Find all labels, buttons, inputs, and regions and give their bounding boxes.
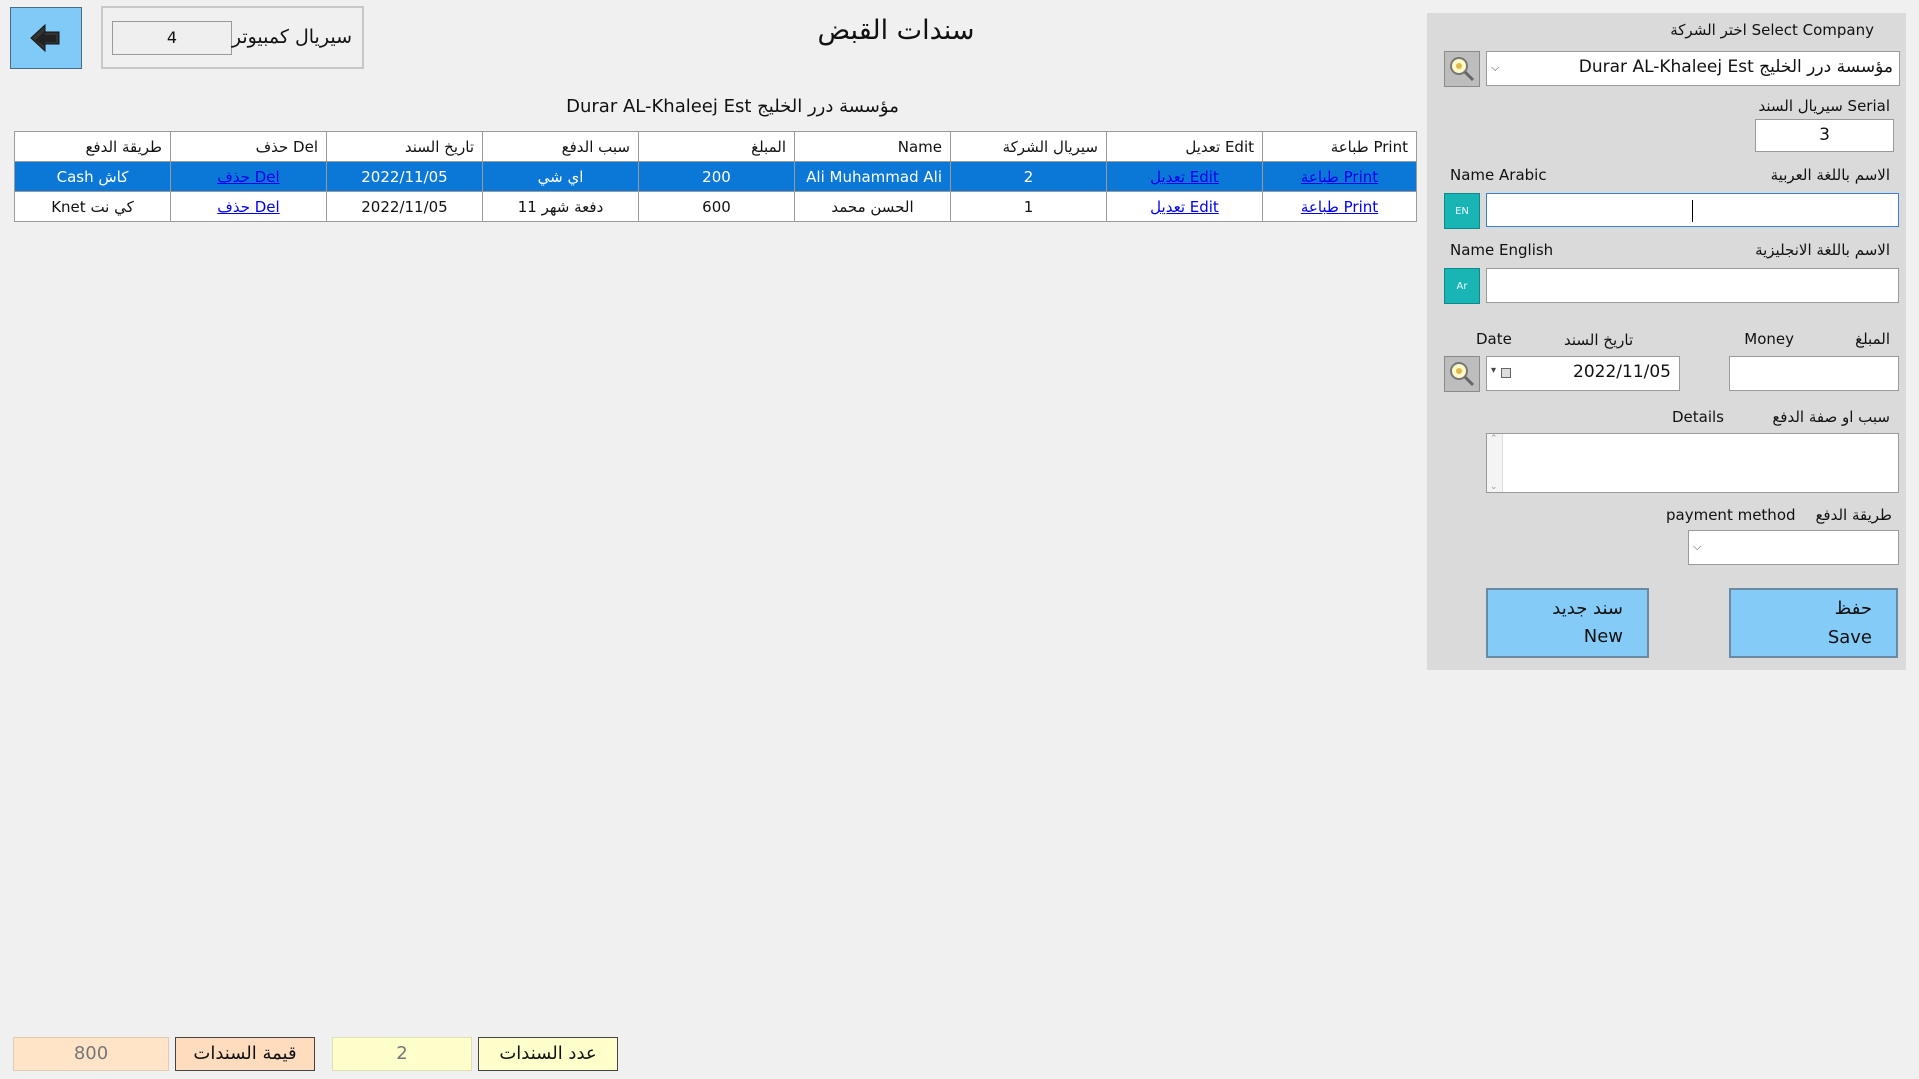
chevron-down-icon: ⌵ (1693, 540, 1702, 553)
cell-name: Ali Muhammad Ali (794, 161, 951, 192)
money-input[interactable] (1729, 356, 1899, 391)
cell-reason: دفعة شهر 11 (482, 191, 639, 222)
save-button-label-ar: حفظ (1834, 598, 1872, 619)
delete-link[interactable]: حذف Del (217, 168, 279, 186)
search-icon (1450, 362, 1475, 387)
print-link[interactable]: طباعة Print (1301, 198, 1378, 216)
cell-company-serial: 2 (950, 161, 1107, 192)
computer-serial-label: سيريال كمبيوتر (231, 26, 352, 48)
payment-label-ar: طريقة الدفع (1815, 506, 1892, 524)
receipts-table: طريقة الدفع حذف Del تاريخ السند سبب الدف… (14, 131, 1417, 222)
cell-delete: حذف Del (170, 191, 327, 222)
text-cursor (1692, 200, 1693, 222)
name-arabic-label-en: Name Arabic (1450, 166, 1547, 184)
cell-edit: تعديل Edit (1106, 161, 1263, 192)
details-textarea[interactable]: ⌃ ⌄ (1486, 433, 1899, 493)
table-row[interactable]: Knet كي نت حذف Del 2022/11/05 دفعة شهر 1… (14, 191, 1417, 222)
cell-date: 2022/11/05 (326, 161, 483, 192)
new-button-label-en: New (1583, 626, 1623, 647)
back-button[interactable] (10, 7, 82, 69)
cell-delete: حذف Del (170, 161, 327, 192)
name-arabic-input[interactable] (1486, 193, 1899, 227)
count-value-field[interactable]: 2 (332, 1037, 472, 1071)
company-heading: Durar AL-Khaleej Est مؤسسة درر الخليج (566, 96, 899, 117)
money-label-en: Money (1744, 330, 1794, 348)
payment-label-en: payment method (1666, 506, 1796, 524)
name-english-label-ar: الاسم باللغة الانجليزية (1755, 241, 1890, 259)
column-header-delete[interactable]: حذف Del (170, 131, 327, 162)
column-header-date[interactable]: تاريخ السند (326, 131, 483, 162)
cell-company-serial: 1 (950, 191, 1107, 222)
cell-reason: اي شي (482, 161, 639, 192)
date-search-button[interactable] (1444, 356, 1480, 392)
name-english-input[interactable] (1486, 268, 1899, 303)
count-label: عدد السندات (478, 1037, 618, 1071)
total-value-field[interactable]: 800 (13, 1037, 169, 1071)
column-header-reason[interactable]: سبب الدفع (482, 131, 639, 162)
delete-link[interactable]: حذف Del (217, 198, 279, 216)
save-button[interactable]: حفظ Save (1729, 588, 1898, 658)
cell-amount: 200 (638, 161, 795, 192)
cell-amount: 600 (638, 191, 795, 222)
date-label-ar: تاريخ السند (1564, 331, 1634, 349)
scroll-up-icon[interactable]: ⌃ (1490, 434, 1498, 444)
company-select-value: Durar AL-Khaleej Est مؤسسة درر الخليج (1578, 57, 1893, 77)
details-label-ar: سبب او صفة الدفع (1772, 408, 1890, 426)
chevron-down-icon: ⌵ (1491, 61, 1500, 74)
cell-print: طباعة Print (1262, 191, 1417, 222)
lang-ar-button[interactable]: Ar (1444, 268, 1480, 304)
new-button[interactable]: سند جديد New (1486, 588, 1649, 658)
column-header-company-serial[interactable]: سيريال الشركة (950, 131, 1107, 162)
cell-print: طباعة Print (1262, 161, 1417, 192)
name-arabic-label-ar: الاسم باللغة العربية (1770, 166, 1890, 184)
table-row[interactable]: Cash كاش حذف Del 2022/11/05 اي شي 200 Al… (14, 161, 1417, 192)
column-header-print[interactable]: طباعة Print (1262, 131, 1417, 162)
serial-field[interactable]: 3 (1755, 119, 1894, 152)
cell-name: الحسن محمد (794, 191, 951, 222)
company-select[interactable]: ⌵ Durar AL-Khaleej Est مؤسسة درر الخليج (1486, 51, 1900, 86)
details-label-en: Details (1672, 408, 1725, 426)
search-icon (1450, 57, 1475, 82)
new-button-label-ar: سند جديد (1552, 598, 1623, 619)
computer-serial-panel: 4 سيريال كمبيوتر (101, 6, 364, 69)
arrow-left-icon (30, 23, 60, 53)
details-scrollbar[interactable]: ⌃ ⌄ (1487, 434, 1503, 492)
edit-link[interactable]: تعديل Edit (1150, 198, 1219, 216)
save-button-label-en: Save (1827, 627, 1872, 648)
name-english-label-en: Name English (1450, 241, 1554, 259)
total-label: قيمة السندات (175, 1037, 315, 1071)
column-header-edit[interactable]: تعديل Edit (1106, 131, 1263, 162)
cell-edit: تعديل Edit (1106, 191, 1263, 222)
date-picker[interactable]: ▾ 2022/11/05 (1486, 356, 1680, 391)
column-header-amount[interactable]: المبلغ (638, 131, 795, 162)
checkbox-icon[interactable] (1501, 368, 1511, 378)
payment-method-select[interactable]: ⌵ (1688, 530, 1899, 565)
cell-date: 2022/11/05 (326, 191, 483, 222)
column-header-payment[interactable]: طريقة الدفع (14, 131, 171, 162)
money-label-ar: المبلغ (1855, 330, 1890, 348)
cell-payment: Cash كاش (14, 161, 171, 192)
company-search-button[interactable] (1444, 51, 1480, 87)
chevron-down-icon: ▾ (1491, 365, 1497, 376)
cell-payment: Knet كي نت (14, 191, 171, 222)
date-value: 2022/11/05 (1573, 362, 1671, 382)
serial-label: سيريال السند Serial (1758, 97, 1890, 115)
lang-en-button[interactable]: EN (1444, 193, 1480, 229)
receipt-form-panel: اختر الشركة Select Company ⌵ Durar AL-Kh… (1427, 13, 1906, 670)
column-header-name[interactable]: Name (794, 131, 951, 162)
date-label-en: Date (1476, 330, 1512, 348)
select-company-label: اختر الشركة Select Company (1670, 21, 1874, 39)
edit-link[interactable]: تعديل Edit (1150, 168, 1219, 186)
computer-serial-value[interactable]: 4 (112, 21, 232, 55)
page-title: سندات القبض (817, 15, 975, 46)
print-link[interactable]: طباعة Print (1301, 168, 1378, 186)
scroll-down-icon[interactable]: ⌄ (1490, 482, 1498, 492)
table-header-row: طريقة الدفع حذف Del تاريخ السند سبب الدف… (14, 131, 1417, 162)
